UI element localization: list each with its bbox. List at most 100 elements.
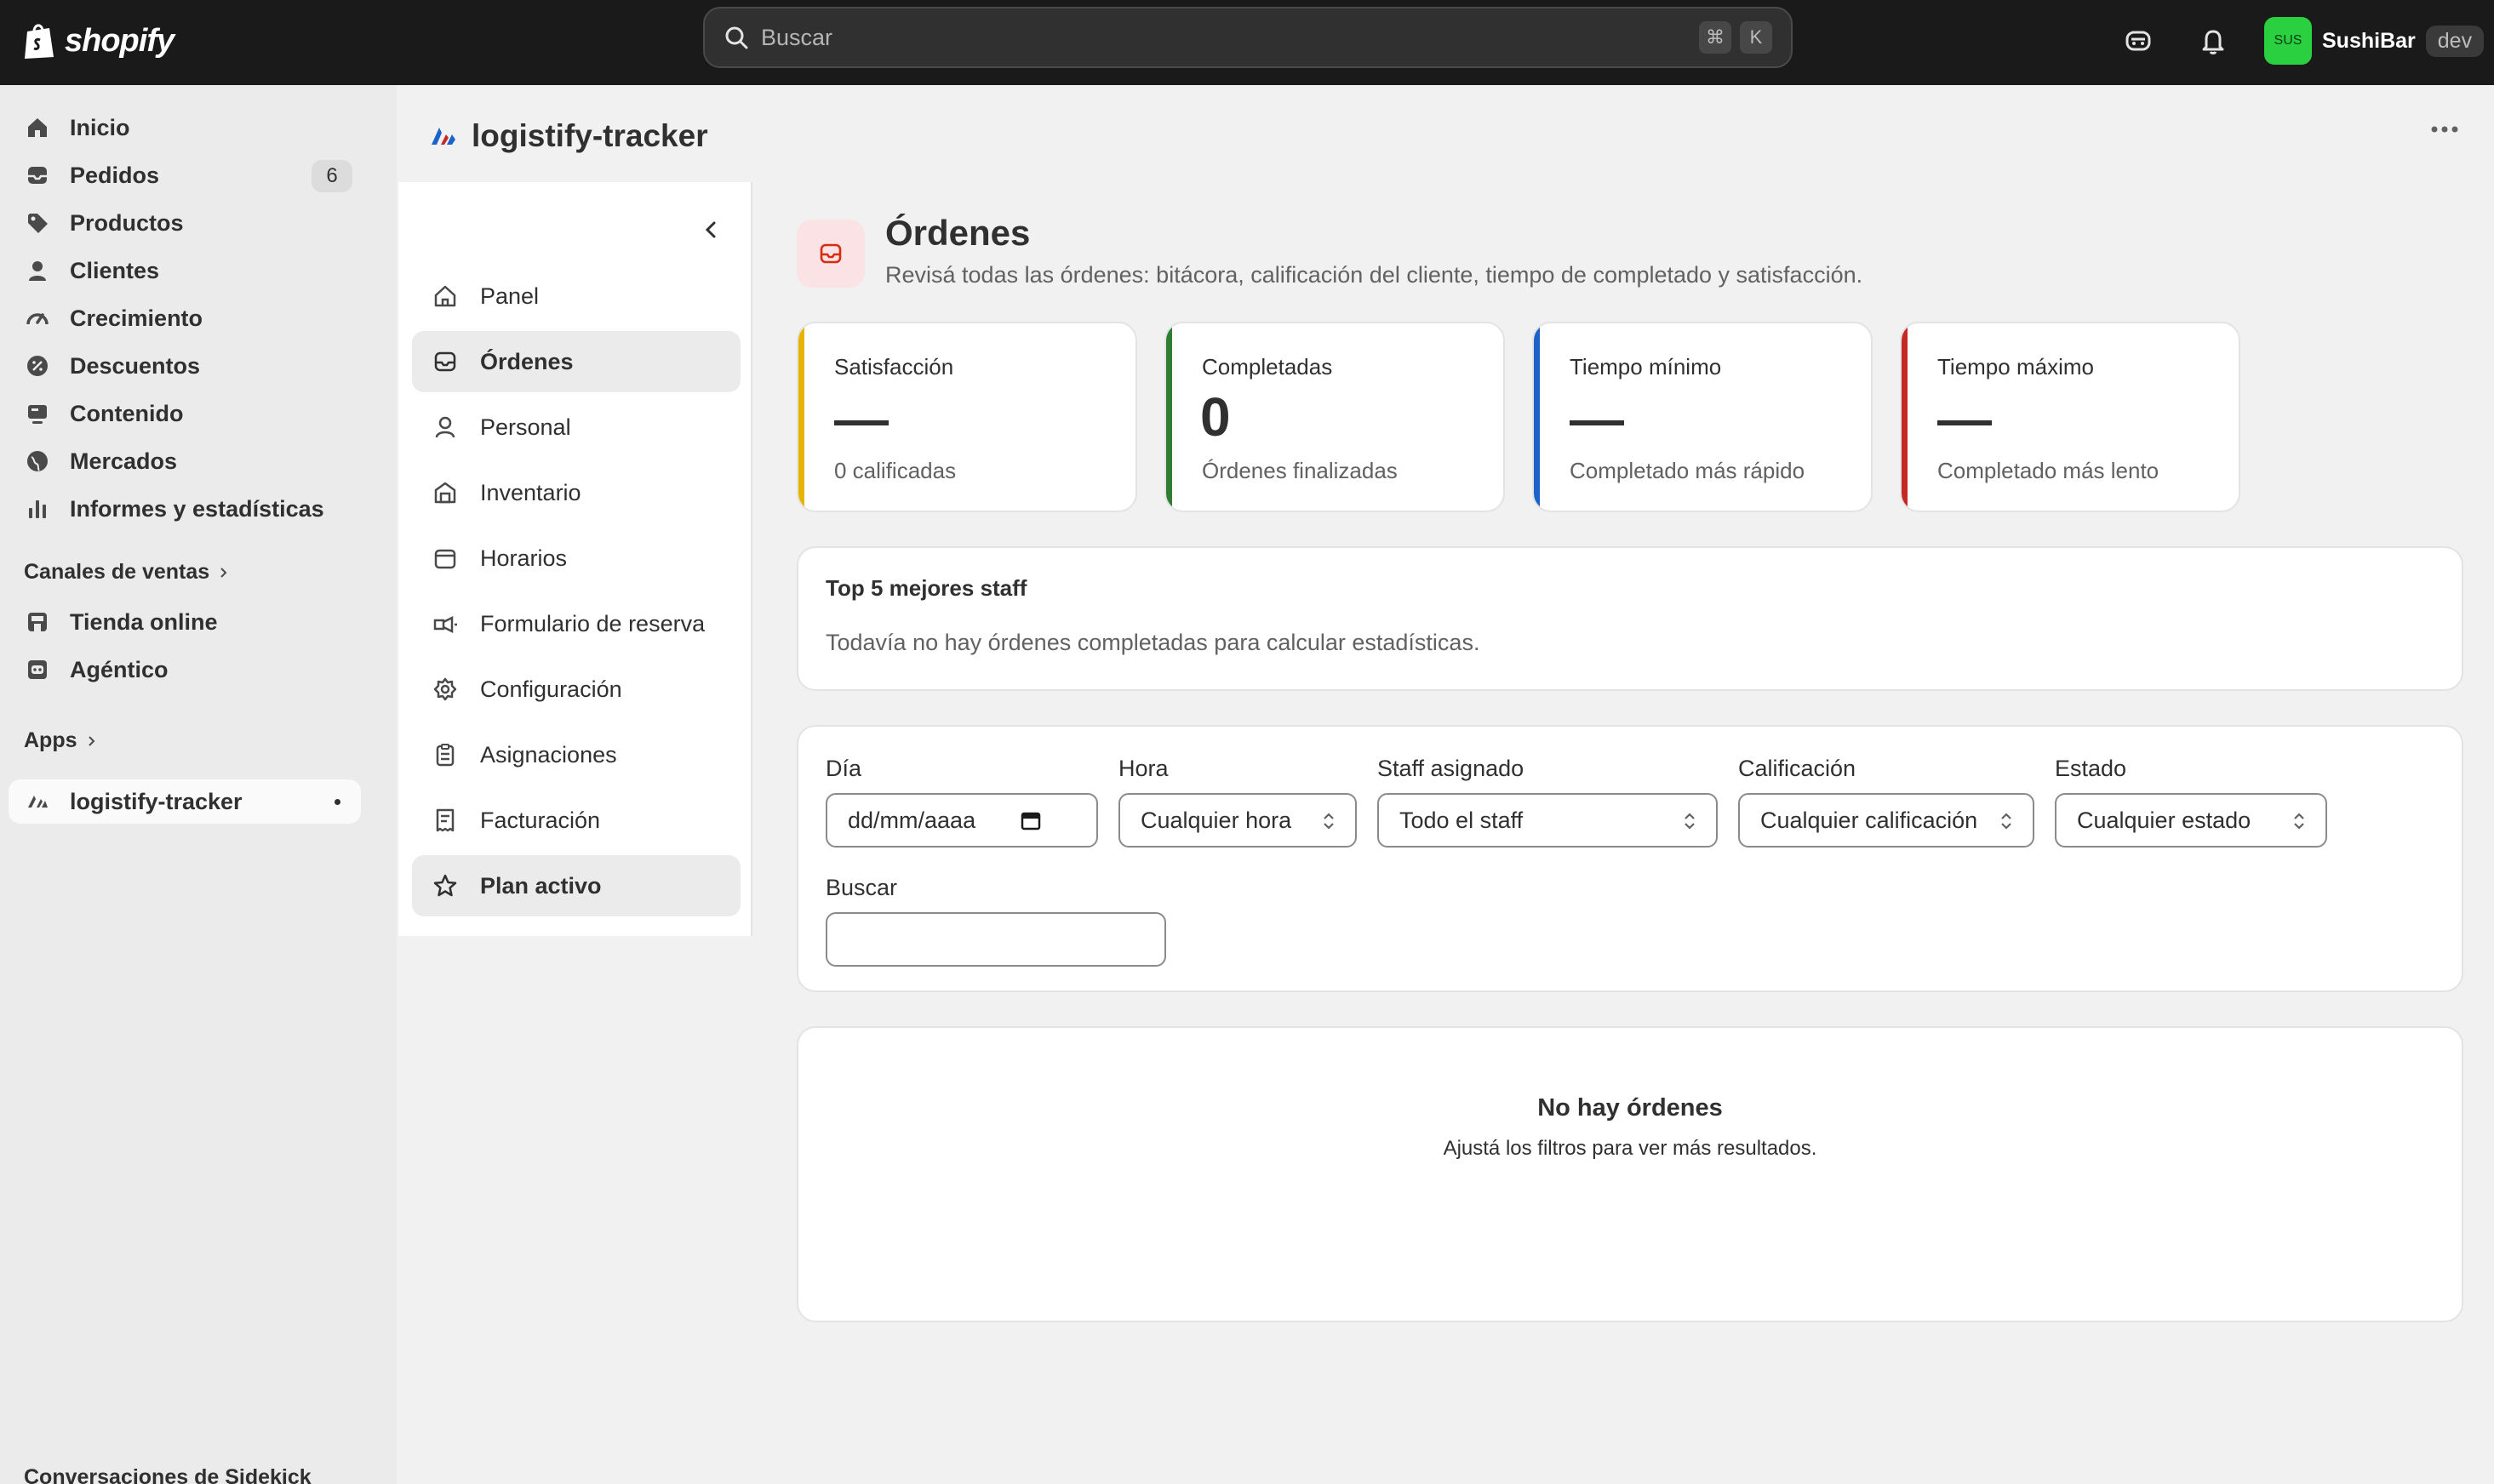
- more-horizontal-icon: [2431, 126, 2458, 133]
- orders-list-card: No hay órdenes Ajustá los filtros para v…: [797, 1026, 2463, 1322]
- subnav-item-panel[interactable]: Panel: [412, 265, 741, 327]
- shopify-logo[interactable]: shopify: [22, 17, 174, 65]
- subnav-item-personal[interactable]: Personal: [412, 397, 741, 458]
- stat-card-tiempo-maximo: Tiempo máximo Completado más lento: [1900, 322, 2240, 512]
- subnav-item-label: Plan activo: [480, 872, 602, 899]
- sidebar-item-label: Tienda online: [70, 608, 218, 635]
- rating-filter-label: Calificación: [1738, 756, 1856, 781]
- sidebar-item-inicio[interactable]: Inicio: [9, 106, 361, 150]
- chevron-right-icon: [220, 567, 227, 578]
- subnav-item-asignaciones[interactable]: Asignaciones: [412, 724, 741, 785]
- sidebar-item-informes[interactable]: Informes y estadísticas: [9, 487, 361, 531]
- subnav-item-inventario[interactable]: Inventario: [412, 462, 741, 523]
- sales-channels-heading[interactable]: Canales de ventas: [24, 560, 230, 585]
- sidebar-item-label: Agéntico: [70, 656, 169, 682]
- global-search-input[interactable]: Buscar ⌘ K: [703, 7, 1793, 68]
- shortcut-key-cmd: ⌘: [1699, 21, 1731, 54]
- top-staff-title: Top 5 mejores staff: [826, 575, 1027, 601]
- stat-subtitle: Órdenes finalizadas: [1202, 458, 1398, 483]
- stat-subtitle: Completado más lento: [1937, 458, 2159, 483]
- collapse-nav-button[interactable]: [696, 214, 727, 245]
- sidebar-item-productos[interactable]: Productos: [9, 201, 361, 245]
- subnav-item-label: Configuración: [480, 676, 622, 702]
- stat-subtitle: 0 calificadas: [834, 458, 957, 483]
- subnav-item-plan-activo[interactable]: Plan activo: [412, 855, 741, 916]
- app-title: logistify-tracker: [472, 118, 708, 153]
- select-chevrons-icon: [2001, 813, 2011, 830]
- state-filter-select[interactable]: Cualquier estado: [2055, 793, 2327, 848]
- store-menu[interactable]: SUS SushiBar dev: [2264, 17, 2485, 65]
- stat-accent-bar: [798, 323, 804, 511]
- tag-icon: [24, 209, 51, 237]
- sidebar-item-logistify-tracker[interactable]: logistify-tracker: [9, 779, 361, 824]
- search-placeholder: Buscar: [761, 24, 833, 50]
- sidebar-item-label: logistify-tracker: [70, 788, 243, 814]
- sidebar-item-mercados[interactable]: Mercados: [9, 439, 361, 483]
- sidekick-icon: [2125, 31, 2151, 51]
- stat-empty-dash: [834, 420, 889, 425]
- stat-accent-bar: [1534, 323, 1540, 511]
- staff-filter-label: Staff asignado: [1377, 756, 1524, 781]
- sidekick-conversations-link[interactable]: Conversaciones de Sidekick: [24, 1465, 312, 1484]
- logistify-app-icon: [24, 788, 51, 815]
- search-filter-input[interactable]: [826, 912, 1166, 967]
- sidebar-item-descuentos[interactable]: Descuentos: [9, 344, 361, 388]
- sidebar-item-label: Informes y estadísticas: [70, 495, 324, 522]
- gauge-icon: [24, 305, 51, 332]
- shopify-bag-icon: [25, 24, 54, 59]
- stat-card-tiempo-minimo: Tiempo mínimo Completado más rápido: [1532, 322, 1873, 512]
- sidekick-button[interactable]: [2119, 22, 2157, 60]
- top-staff-empty-text: Todavía no hay órdenes completadas para …: [826, 630, 1480, 655]
- subnav-item-configuracion[interactable]: Configuración: [412, 659, 741, 720]
- person-icon: [431, 413, 460, 442]
- stat-empty-dash: [1937, 420, 1992, 425]
- stat-accent-bar: [1166, 323, 1172, 511]
- sidebar-item-label: Clientes: [70, 257, 160, 283]
- inbox-icon: [24, 162, 51, 189]
- day-filter-value: dd/mm/aaaa: [848, 807, 976, 833]
- calendar-icon[interactable]: [1020, 809, 1042, 831]
- stat-title: Tiempo mínimo: [1570, 354, 1722, 380]
- hour-filter-label: Hora: [1118, 756, 1169, 781]
- robot-icon: [24, 656, 51, 683]
- rating-filter-select[interactable]: Cualquier calificación: [1738, 793, 2034, 848]
- day-filter-input[interactable]: dd/mm/aaaa: [826, 793, 1098, 848]
- globe-icon: [24, 448, 51, 475]
- sidebar-item-agentico[interactable]: Agéntico: [9, 648, 361, 692]
- subnav-item-horarios[interactable]: Horarios: [412, 528, 741, 589]
- notifications-button[interactable]: [2194, 22, 2232, 60]
- filters-card: Día dd/mm/aaaa Hora Cualquier hora Staff…: [797, 725, 2463, 992]
- sidebar-item-tienda-online[interactable]: Tienda online: [9, 600, 361, 644]
- subnav-item-label: Formulario de reserva: [480, 610, 706, 636]
- inbox-icon: [820, 243, 842, 264]
- store-avatar: SUS: [2264, 17, 2312, 65]
- stat-title: Tiempo máximo: [1937, 354, 2094, 380]
- calendar-icon: [431, 544, 460, 573]
- subnav-item-facturacion[interactable]: Facturación: [412, 790, 741, 851]
- subnav-item-label: Facturación: [480, 807, 601, 833]
- stat-card-satisfaccion: Satisfacción 0 calificadas: [797, 322, 1137, 512]
- rating-filter-value: Cualquier calificación: [1760, 807, 1978, 833]
- sidebar-item-label: Mercados: [70, 448, 178, 474]
- subnav-item-formulario[interactable]: Formulario de reserva: [412, 593, 741, 654]
- sidebar-item-crecimiento[interactable]: Crecimiento: [9, 296, 361, 340]
- warehouse-icon: [431, 478, 460, 507]
- sidebar-item-clientes[interactable]: Clientes: [9, 248, 361, 293]
- subnav-item-label: Órdenes: [480, 348, 574, 374]
- chevron-right-icon: [88, 735, 94, 746]
- select-chevrons-icon: [1685, 813, 1695, 830]
- stat-subtitle: Completado más rápido: [1570, 458, 1805, 483]
- sidebar-item-label: Contenido: [70, 400, 184, 426]
- star-icon: [431, 871, 460, 900]
- more-actions-button[interactable]: [2429, 124, 2460, 134]
- staff-filter-value: Todo el staff: [1399, 807, 1524, 833]
- subnav-item-ordenes[interactable]: Órdenes: [412, 331, 741, 392]
- sidebar-item-pedidos[interactable]: Pedidos 6: [9, 153, 361, 197]
- stat-accent-bar: [1902, 323, 1908, 511]
- staff-filter-select[interactable]: Todo el staff: [1377, 793, 1718, 848]
- hour-filter-select[interactable]: Cualquier hora: [1118, 793, 1357, 848]
- apps-heading[interactable]: Apps: [24, 728, 98, 753]
- stat-empty-dash: [1570, 420, 1624, 425]
- sidebar-item-contenido[interactable]: Contenido: [9, 391, 361, 436]
- subnav-item-label: Panel: [480, 283, 540, 309]
